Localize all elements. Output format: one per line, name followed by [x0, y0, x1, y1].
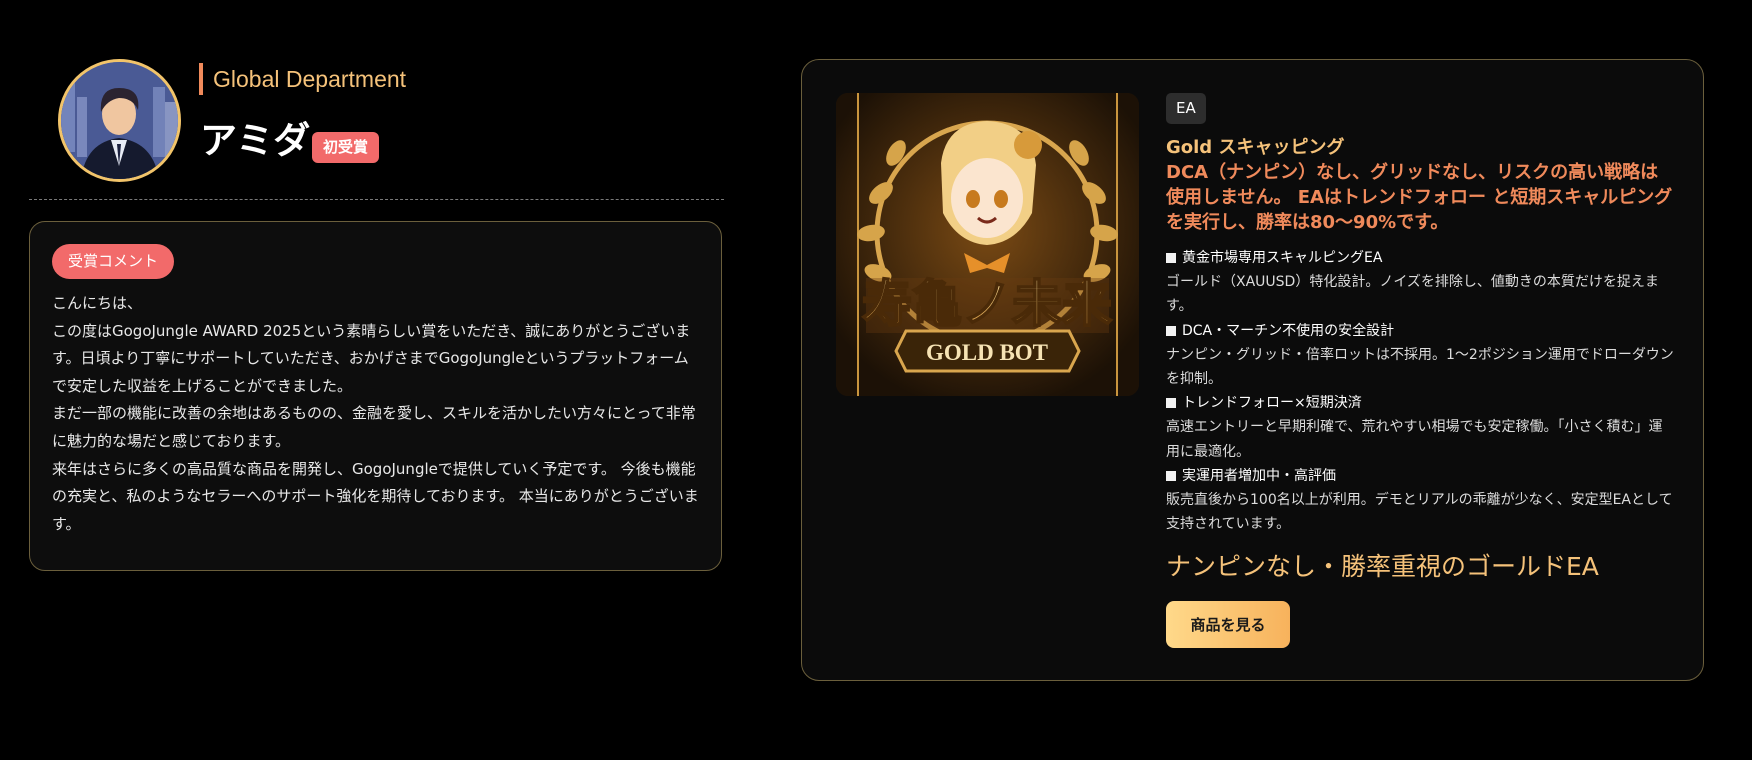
award-comment-text: こんにちは、 この度はGogoJungle AWARD 2025という素晴らしい…: [52, 290, 702, 538]
award-comment-card: 受賞コメント こんにちは、 この度はGogoJungle AWARD 2025と…: [29, 221, 722, 571]
feature-description: 高速エントリーと早期利確で、荒れやすい相場でも安定稼働。「小さく積む」運用に最適…: [1166, 419, 1663, 460]
product-subtitle: DCA（ナンピン）なし、グリッドなし、リスクの高い戦略は使用しません。 EAはト…: [1166, 162, 1673, 233]
first-award-badge: 初受賞: [312, 132, 380, 163]
product-catchphrase: ナンピンなし・勝率重視のゴールドEA: [1166, 552, 1599, 581]
department-label: Global Department: [199, 63, 406, 95]
feature-list: 黄金市場専用スキャルピングEA ゴールド（XAUUSD）特化設計。ノイズを排除し…: [1166, 246, 1676, 536]
feature-description: ゴールド（XAUUSD）特化設計。ノイズを排除し、値動きの本質だけを捉えます。: [1166, 274, 1659, 315]
feature-heading: トレンドフォロー×短期決済: [1166, 391, 1676, 415]
product-card: 寿亀ノ未来 GOLD BOT EA Gold スキャッピング DCA（ナンピン）…: [801, 59, 1704, 681]
product-image[interactable]: 寿亀ノ未来 GOLD BOT: [836, 93, 1139, 396]
product-image-banner-text: GOLD BOT: [926, 340, 1048, 365]
product-title: Gold スキャッピング: [1166, 137, 1345, 158]
seller-name: アミダ: [200, 119, 311, 162]
comment-paragraph: この度はGogoJungle AWARD 2025という素晴らしい賞をいただき、…: [52, 321, 691, 395]
comment-paragraph: まだ一部の機能に改善の余地はあるものの、金融を愛し、スキルを活かしたい方々にとっ…: [52, 404, 696, 450]
section-divider: [29, 199, 724, 200]
category-tag: EA: [1166, 93, 1206, 124]
award-comment-badge: 受賞コメント: [52, 244, 175, 279]
feature-heading: 実運用者増加中・高評価: [1166, 464, 1676, 488]
comment-paragraph: こんにちは、: [52, 294, 143, 312]
avatar: [58, 59, 181, 182]
view-product-button[interactable]: 商品を見る: [1166, 601, 1290, 648]
feature-heading: DCA・マーチン不使用の安全設計: [1166, 319, 1676, 343]
comment-paragraph: 来年はさらに多くの高品質な商品を開発し、GogoJungleで提供していく予定で…: [52, 459, 699, 533]
feature-description: 販売直後から100名以上が利用。デモとリアルの乖離が少なく、安定型EAとして支持…: [1166, 492, 1673, 533]
product-image-logo-text: 寿亀ノ未来: [862, 275, 1112, 333]
feature-heading: 黄金市場専用スキャルピングEA: [1166, 246, 1676, 270]
feature-description: ナンピン・グリッド・倍率ロットは不採用。1〜2ポジション運用でドローダウンを抑制…: [1166, 346, 1674, 388]
